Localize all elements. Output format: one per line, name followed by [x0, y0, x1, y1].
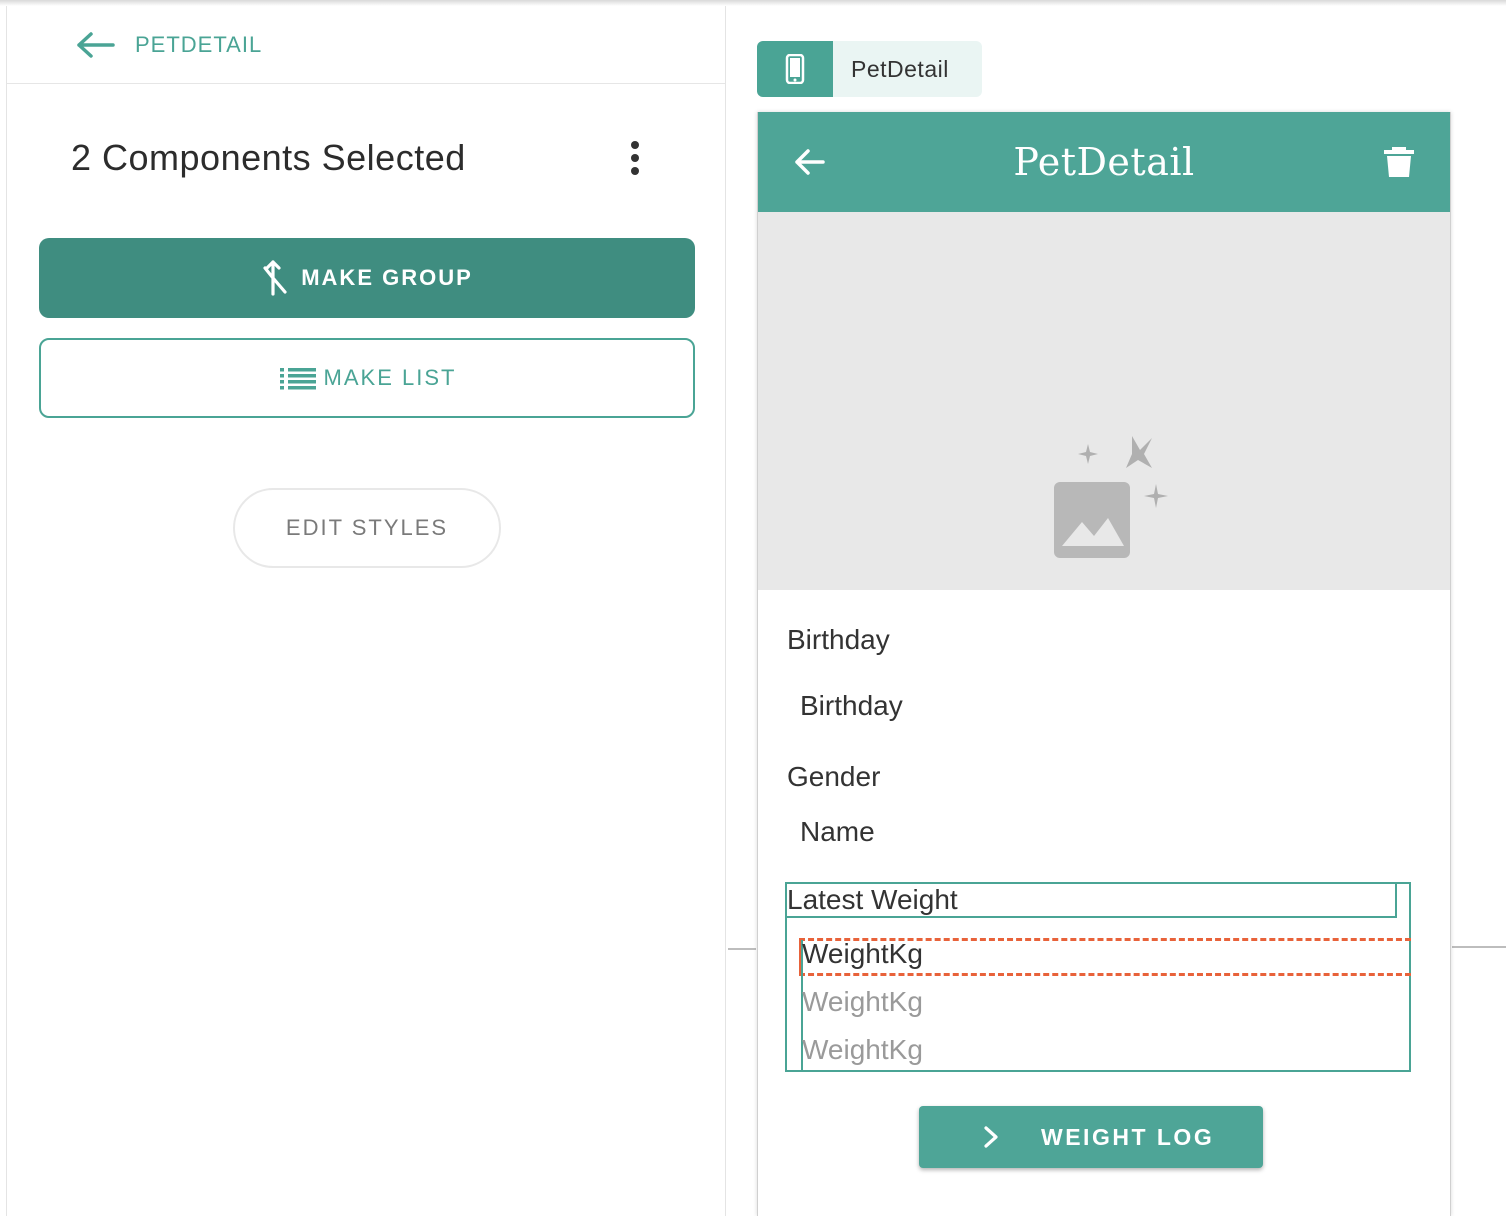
magic-image-icon: [1054, 436, 1168, 558]
app-bar: PetDetail: [758, 112, 1450, 212]
phone-icon: [785, 54, 805, 84]
back-to-petdetail-link[interactable]: PETDETAIL: [75, 31, 262, 59]
screen-tab-label: PetDetail: [833, 41, 982, 97]
edit-styles-label: EDIT STYLES: [285, 515, 449, 540]
selection-title: 2 Components Selected: [71, 137, 466, 178]
screen-tab[interactable]: PetDetail: [757, 41, 982, 97]
make-group-button[interactable]: MAKE GROUP: [39, 238, 695, 318]
gender-value: Name: [800, 816, 875, 847]
weight-log-label: WEIGHT LOG: [1041, 1123, 1215, 1150]
weight-list-item: WeightKg: [802, 986, 923, 1017]
delete-icon[interactable]: [1382, 145, 1416, 179]
back-arrow-icon[interactable]: [792, 145, 826, 179]
weight-log-button[interactable]: WEIGHT LOG: [919, 1106, 1263, 1168]
make-list-button[interactable]: MAKE LIST: [39, 338, 695, 418]
list-icon: [279, 368, 316, 390]
weight-list-item: WeightKg: [802, 1034, 923, 1065]
panel-header: PETDETAIL: [7, 6, 725, 84]
connector-line-left: [728, 948, 756, 950]
edit-styles-button[interactable]: EDIT STYLES: [233, 488, 501, 568]
app-bar-title: PetDetail: [1013, 140, 1195, 184]
gender-label: Gender: [787, 761, 881, 792]
latest-weight-label: Latest Weight: [787, 884, 958, 915]
merge-icon: [263, 260, 287, 296]
back-link-label: PETDETAIL: [135, 31, 263, 57]
chevron-right-icon: [984, 1126, 998, 1148]
connector-line-right: [1452, 946, 1506, 948]
birthday-label: Birthday: [787, 624, 890, 655]
selection-header: 2 Components Selected: [71, 134, 651, 182]
properties-panel: PETDETAIL 2 Components Selected MAKE GRO…: [6, 6, 726, 1216]
arrow-left-icon: [77, 31, 115, 58]
make-group-label: MAKE GROUP: [301, 265, 473, 290]
more-options-icon[interactable]: [623, 138, 647, 178]
make-list-label: MAKE LIST: [323, 365, 457, 390]
phone-icon-box: [757, 41, 833, 97]
phone-screen-preview[interactable]: PetDetail Birthday Birthday Gender Name …: [757, 112, 1451, 1216]
birthday-value: Birthday: [800, 690, 903, 721]
image-placeholder[interactable]: [758, 212, 1450, 590]
weight-list-item: WeightKg: [802, 938, 923, 969]
